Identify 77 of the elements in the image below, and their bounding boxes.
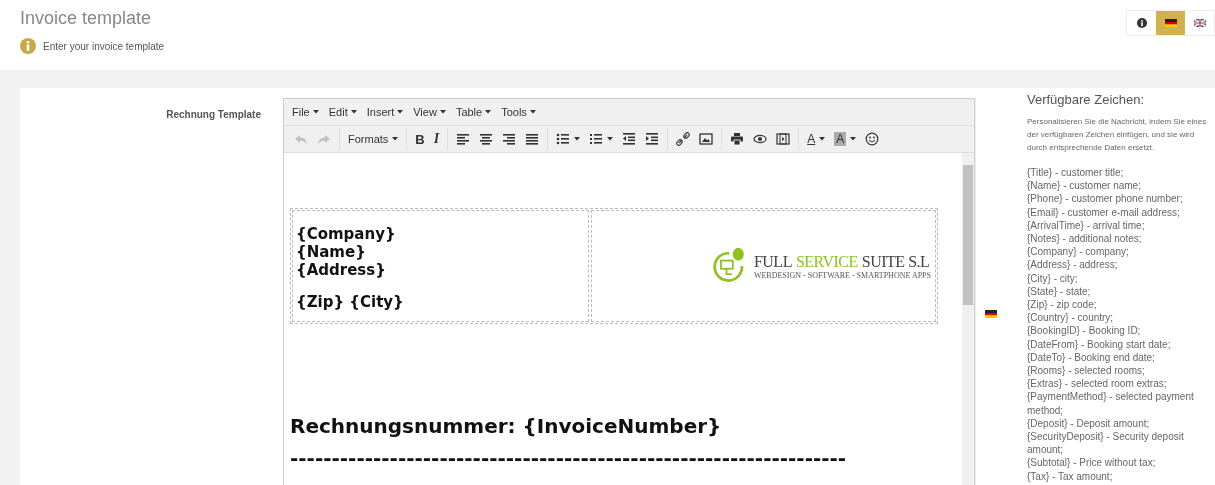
indent-icon: [645, 132, 660, 146]
menu-button[interactable]: Edit: [323, 103, 362, 121]
menu-button[interactable]: View: [408, 103, 451, 121]
placeholder-entry: {Extras} - selected room extras;: [1027, 377, 1168, 391]
printer-icon: [730, 132, 745, 146]
flag-icon: [984, 310, 997, 318]
logo-word: FULL: [753, 252, 792, 271]
menu-button[interactable]: Tools: [496, 103, 541, 121]
caret-icon: [312, 110, 319, 114]
address-line: {Zip} {City}: [296, 293, 405, 311]
german-language-button[interactable]: [1156, 11, 1185, 35]
bullet-list-icon: [556, 132, 571, 146]
dashed-rule-text: -------------------------------------------------------------------: [290, 446, 848, 470]
caret-icon: [350, 110, 357, 114]
flag-icon: [1164, 19, 1177, 27]
address-line: {Company}: [296, 225, 397, 243]
align-left-icon: [456, 132, 471, 146]
text-color-button[interactable]: A: [803, 128, 830, 150]
numbered-list-icon: [589, 132, 604, 146]
outdent-icon: [622, 132, 637, 146]
menu-button[interactable]: Table: [450, 103, 497, 121]
placeholder-entry: {ArrivalTime} - arrival time;: [1027, 218, 1146, 232]
placeholder-entry: {Address} - address;: [1027, 258, 1119, 272]
menu-button[interactable]: Insert: [361, 103, 409, 121]
caret-icon: [529, 110, 536, 114]
field-label: Rechnung Template: [166, 109, 261, 120]
logo-tagline: WEBDESIGN - SOFTWARE - SMARTPHONE APPS: [753, 270, 931, 280]
logo-word: SUITE S.L: [861, 252, 930, 271]
caret-icon: [397, 110, 404, 114]
hint-text: Enter your invoice template: [43, 40, 165, 52]
film-icon: [776, 132, 791, 146]
address-line: {Name}: [296, 243, 367, 261]
logo-word: SERVICE: [795, 252, 858, 271]
undo-icon: [294, 132, 308, 146]
caret-icon: [485, 110, 492, 114]
placeholder-entry: {Tax} - Tax amount;: [1027, 469, 1114, 483]
justify-icon: [525, 132, 540, 146]
placeholder-entry: {PaymentMethod} - selected payment method;: [1027, 390, 1195, 417]
italic-button[interactable]: I: [429, 128, 444, 150]
placeholder-entry: {Company} - company;: [1027, 245, 1130, 259]
placeholder-entry: {Deposit} - Deposit amount;: [1027, 416, 1151, 431]
highlight-color-button[interactable]: A: [830, 128, 861, 150]
address-line: {Address}: [296, 261, 387, 279]
placeholder-entry: {BookingID} - Booking ID;: [1027, 324, 1142, 338]
bold-button[interactable]: B: [411, 128, 429, 150]
menu-button[interactable]: File: [287, 103, 324, 121]
flag-icon: [1193, 19, 1206, 27]
page-title: Invoice template: [20, 8, 153, 29]
scrollbar[interactable]: [962, 153, 974, 485]
placeholder-entry: {Zip} - zip code;: [1027, 298, 1098, 312]
image-icon: [699, 132, 714, 146]
placeholder-entry: {DateFrom} - Booking start date;: [1027, 337, 1172, 351]
info-icon: [20, 38, 36, 54]
invoice-heading: Rechnungsnummer: {InvoiceNumber}: [290, 414, 723, 438]
eye-icon: [753, 132, 768, 146]
sidebar-intro: Personalisieren Sie die Nachricht, indem Sie eines der verfügbaren Zeichen einfügen, und sie wird durch entsprechende Daten ersetzt.: [1027, 116, 1207, 154]
caret-icon: [439, 110, 446, 114]
placeholder-entry: {State} - state;: [1027, 284, 1092, 299]
link-icon: [676, 132, 691, 146]
placeholder-entry: {Rooms} - selected rooms;: [1027, 364, 1146, 378]
placeholder-entry: {Name} - customer name;: [1027, 179, 1142, 193]
placeholder-entry: {Subtotal} - Price without tax;: [1027, 456, 1157, 470]
placeholder-entry: {City} - city;: [1027, 271, 1079, 285]
sidebar-title: Verfügbare Zeichen:: [1027, 92, 1146, 107]
info-icon: [1136, 18, 1147, 28]
placeholder-entry: {Phone} - customer phone number;: [1027, 192, 1184, 206]
placeholder-entry: {DateTo} - Booking end date;: [1027, 350, 1156, 365]
placeholder-entry: {Title} - customer title;: [1027, 166, 1125, 180]
placeholder-entry: {Notes} - additional notes;: [1027, 232, 1143, 246]
align-center-icon: [479, 132, 494, 146]
placeholder-entry: {Country} - country;: [1027, 311, 1115, 325]
smiley-icon: [865, 132, 880, 146]
formats-button[interactable]: Formats: [344, 128, 403, 150]
align-right-icon: [502, 132, 517, 146]
placeholder-entry: {Email} - customer e-mail address;: [1027, 205, 1181, 219]
redo-icon: [317, 132, 331, 146]
placeholder-entry: {SecurityDeposit} - Security deposit amount;: [1027, 430, 1185, 457]
